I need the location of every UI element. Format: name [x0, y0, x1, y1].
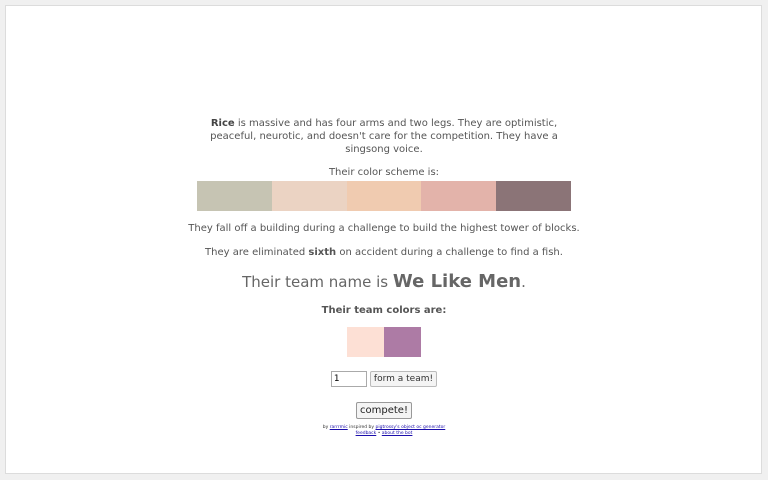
character-name: Rice: [210, 118, 235, 129]
author-link[interactable]: rarrrmic: [330, 425, 348, 430]
team-colors-label: Their team colors are:: [321, 305, 447, 316]
character-traits: is massive and has four arms and two leg…: [210, 118, 558, 155]
inspiration-link[interactable]: pigtrossy's object oc generator: [375, 425, 445, 430]
elimination-text: They are eliminated sixth on accident du…: [0, 246, 768, 259]
team-count-input[interactable]: [330, 371, 367, 387]
about-link[interactable]: about the bot: [382, 431, 413, 436]
footer-inspired: inspired by: [349, 425, 375, 430]
character-description: Rice is massive and has four arms and tw…: [194, 117, 574, 156]
color-scheme-swatches: [197, 181, 571, 211]
team-name-prefix: Their team name is: [242, 273, 389, 291]
team-name-line: Their team name is We Like Men.: [0, 272, 768, 292]
form-team-button[interactable]: form a team!: [369, 371, 438, 387]
footer-separator: •: [377, 431, 381, 436]
main-content: Rice is massive and has four arms and tw…: [0, 117, 768, 437]
footer-by: by: [322, 425, 329, 430]
color-swatch-4: [421, 181, 497, 211]
footer-links: feedback • about the bot: [0, 431, 768, 437]
color-swatch-5: [496, 181, 571, 211]
color-swatch-2: [271, 181, 347, 211]
team-form: form a team!: [0, 371, 768, 387]
compete-row: compete!: [0, 398, 768, 419]
footer: by rarrrmic inspired by pigtrossy's obje…: [0, 425, 768, 437]
color-scheme-label: Their color scheme is:: [328, 167, 440, 178]
compete-button[interactable]: compete!: [356, 402, 412, 419]
team-color-swatch-1: [347, 327, 384, 357]
fate-text: They fall off a building during a challe…: [188, 223, 580, 234]
team-color-swatch-2: [384, 327, 421, 357]
color-swatch-3: [346, 181, 422, 211]
color-swatch-1: [197, 181, 272, 211]
elimination-suffix: on accident during a challenge to find a…: [339, 247, 563, 258]
elimination-prefix: They are eliminated: [205, 247, 306, 258]
team-name: We Like Men: [392, 271, 522, 292]
team-name-suffix: .: [521, 273, 526, 291]
elimination-place: sixth: [308, 247, 337, 258]
feedback-link[interactable]: feedback: [356, 431, 377, 436]
team-color-swatches: [0, 327, 768, 357]
